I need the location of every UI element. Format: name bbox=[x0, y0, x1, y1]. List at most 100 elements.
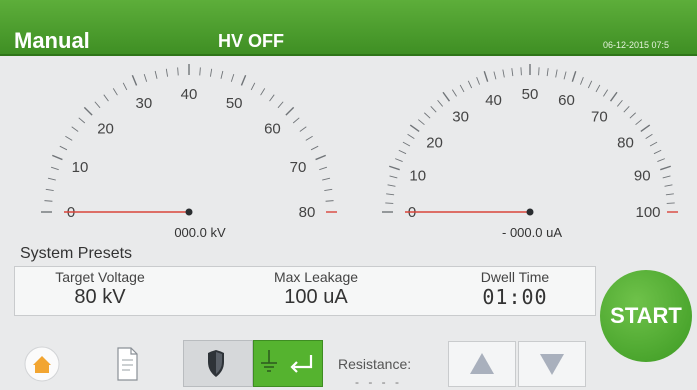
leakage-gauge-tick bbox=[580, 77, 584, 85]
voltage-gauge-tick bbox=[71, 126, 79, 132]
voltage-gauge-tick-label: 70 bbox=[290, 159, 307, 176]
voltage-gauge-tick bbox=[319, 166, 328, 171]
target-voltage-cell[interactable]: Target Voltage 80 kV bbox=[15, 267, 185, 315]
leakage-gauge-tick bbox=[629, 112, 637, 119]
voltage-gauge-tick-label: 10 bbox=[72, 159, 89, 176]
voltage-gauge-tick bbox=[277, 101, 284, 109]
leakage-gauge-tick bbox=[437, 99, 444, 107]
voltage-gauge-tick-label: 60 bbox=[264, 121, 281, 138]
ground-icon bbox=[261, 350, 277, 372]
hv-status: HV OFF bbox=[218, 31, 284, 51]
leakage-gauge-tick bbox=[609, 91, 618, 102]
voltage-gauge-tick bbox=[324, 188, 333, 192]
voltage-gauge-tick bbox=[83, 106, 93, 116]
home-button[interactable] bbox=[22, 344, 62, 384]
leakage-gauge-tick-label: 60 bbox=[558, 92, 575, 109]
voltage-readout: 000.0 kV bbox=[174, 225, 226, 240]
voltage-gauge-tick bbox=[50, 166, 59, 171]
leakage-gauge-tick-label: 100 bbox=[635, 204, 660, 221]
leakage-gauge-tick bbox=[635, 119, 643, 126]
target-voltage-label: Target Voltage bbox=[55, 269, 145, 285]
home-icon bbox=[24, 346, 60, 382]
voltage-gauge-tick bbox=[44, 200, 53, 202]
leakage-gauge-tick bbox=[386, 193, 395, 196]
leakage-gauge-tick bbox=[459, 84, 465, 93]
max-leakage-cell[interactable]: Max Leakage 100 uA bbox=[241, 267, 391, 315]
voltage-gauge-tick bbox=[240, 74, 247, 86]
voltage-gauge-tick bbox=[322, 177, 331, 181]
leakage-gauge-tick bbox=[395, 158, 403, 162]
leakage-gauge-tick bbox=[389, 165, 400, 171]
down-button[interactable] bbox=[518, 341, 586, 387]
voltage-gauge-tick bbox=[143, 73, 148, 82]
leakage-gauge-tick bbox=[407, 133, 415, 139]
voltage-gauge-tick bbox=[292, 117, 300, 124]
leakage-gauge-tick bbox=[520, 67, 522, 76]
leakage-gauge-tick bbox=[640, 124, 651, 133]
mode-title: Manual bbox=[14, 28, 90, 53]
shield-button[interactable] bbox=[183, 340, 253, 387]
leakage-gauge-tick bbox=[409, 124, 420, 133]
leakage-gauge-tick bbox=[595, 84, 601, 93]
voltage-gauge-tick bbox=[269, 94, 275, 102]
ground-enter-button[interactable] bbox=[253, 340, 323, 387]
resistance-label: Resistance: bbox=[338, 356, 412, 372]
leakage-gauge-tick-label: 30 bbox=[452, 109, 469, 126]
voltage-gauge-tick bbox=[122, 82, 128, 91]
voltage-gauge-tick bbox=[65, 135, 73, 141]
leakage-gauge-tick bbox=[603, 89, 609, 97]
voltage-gauge-needle-hub bbox=[185, 208, 193, 216]
voltage-gauge-tick bbox=[112, 88, 118, 96]
leakage-gauge-tick bbox=[417, 119, 425, 126]
leakage-gauge-tick-label: 50 bbox=[522, 86, 539, 103]
leakage-gauge-tick bbox=[451, 89, 457, 97]
leakage-gauge-tick bbox=[665, 193, 674, 196]
dwell-time-cell[interactable]: Dwell Time 01:00 bbox=[445, 267, 585, 315]
voltage-gauge-tick bbox=[131, 74, 138, 86]
voltage-gauge-tick-label: 50 bbox=[226, 95, 243, 112]
leakage-gauge-tick bbox=[563, 71, 567, 80]
gauges-panel: 01020304050607080 0102030405060708090100… bbox=[41, 64, 678, 240]
leakage-gauge-tick bbox=[538, 67, 540, 76]
voltage-gauge-tick bbox=[285, 106, 295, 116]
up-arrow-icon bbox=[470, 353, 494, 374]
leakage-gauge-needle-hub bbox=[526, 208, 534, 216]
presets-panel: Target Voltage 80 kV Max Leakage 100 uA … bbox=[14, 266, 596, 316]
leakage-gauge-tick bbox=[645, 133, 653, 139]
leakage-gauge-tick bbox=[398, 149, 407, 155]
voltage-gauge-tick bbox=[310, 145, 319, 151]
leakage-gauge-tick bbox=[546, 68, 549, 77]
leakage-gauge: 0102030405060708090100 bbox=[382, 64, 678, 221]
voltage-gauge-tick bbox=[230, 73, 235, 82]
leakage-gauge-tick bbox=[623, 105, 630, 113]
leakage-gauge-tick bbox=[430, 105, 437, 113]
leakage-gauge-tick bbox=[442, 91, 451, 102]
voltage-gauge-tick bbox=[94, 101, 101, 109]
voltage-gauge-tick bbox=[59, 145, 68, 151]
voltage-gauge-tick-label: 20 bbox=[97, 121, 114, 138]
dwell-time-label: Dwell Time bbox=[480, 269, 550, 285]
voltage-gauge-tick bbox=[78, 117, 86, 124]
datetime: 06-12-2015 07:5 bbox=[603, 40, 670, 50]
voltage-gauge-tick bbox=[325, 200, 334, 202]
voltage-gauge-tick bbox=[154, 70, 158, 79]
presets-title: System Presets bbox=[20, 245, 133, 262]
voltage-gauge: 01020304050607080 bbox=[41, 64, 337, 221]
leakage-gauge-tick bbox=[387, 184, 396, 187]
leakage-gauge-tick bbox=[402, 141, 411, 147]
voltage-gauge-tick-label: 40 bbox=[181, 86, 198, 103]
leakage-gauge-tick-label: 20 bbox=[426, 135, 443, 152]
voltage-gauge-tick-label: 80 bbox=[299, 204, 316, 221]
voltage-gauge-tick bbox=[299, 126, 307, 132]
voltage-gauge-tick bbox=[45, 188, 54, 192]
voltage-gauge-tick bbox=[209, 68, 213, 77]
report-button[interactable] bbox=[112, 344, 142, 384]
leakage-gauge-tick bbox=[616, 99, 623, 107]
up-button[interactable] bbox=[448, 341, 516, 387]
leakage-gauge-tick bbox=[483, 71, 489, 82]
leakage-gauge-tick-label: 10 bbox=[409, 168, 426, 185]
leakage-gauge-tick bbox=[657, 158, 665, 162]
voltage-gauge-tick bbox=[260, 88, 266, 96]
leakage-gauge-tick-label: 80 bbox=[617, 135, 634, 152]
header-bar: Manual HV OFF 06-12-2015 07:5 bbox=[0, 0, 697, 56]
